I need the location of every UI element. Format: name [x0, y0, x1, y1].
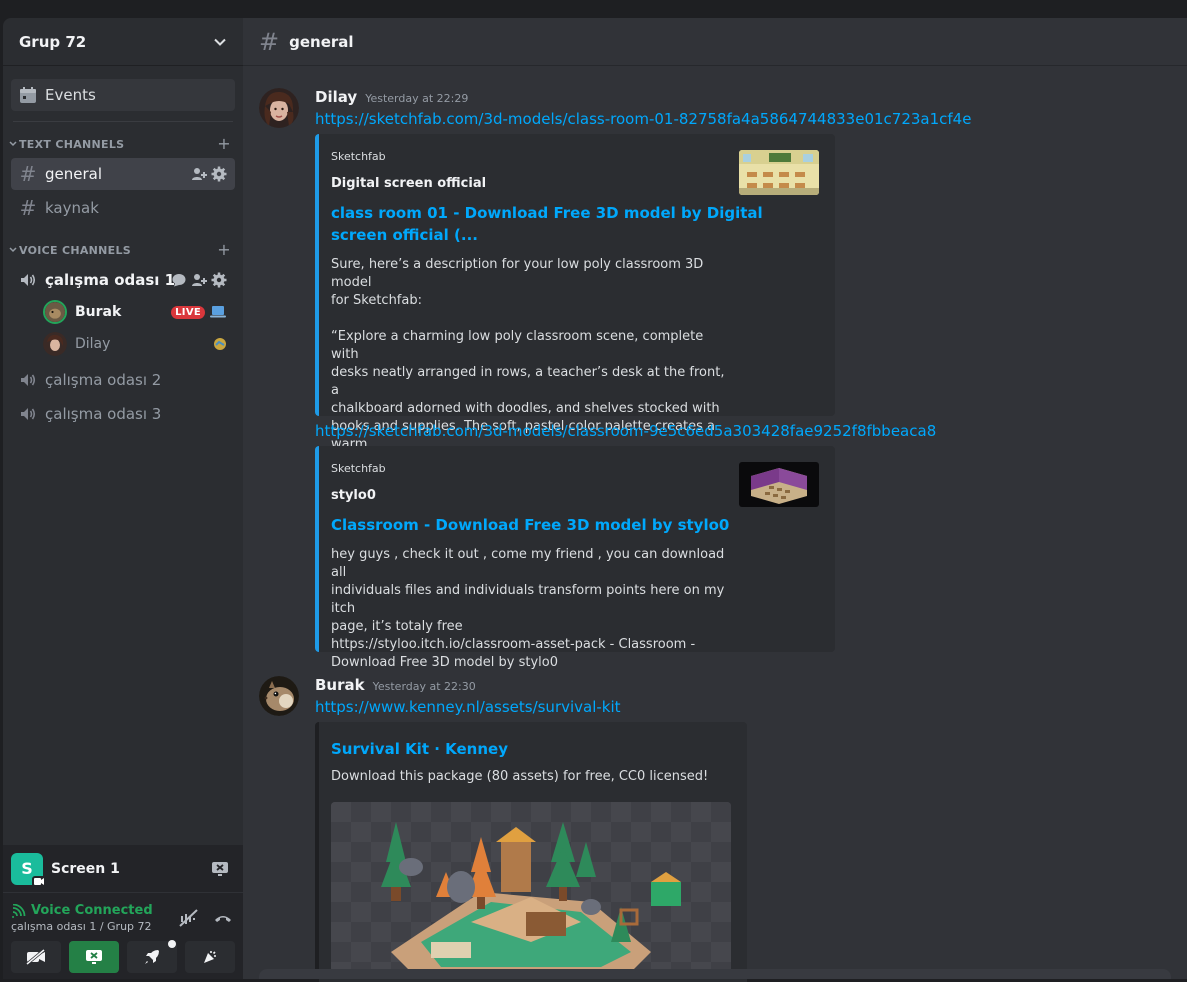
embed-title[interactable]: Classroom - Download Free 3D model by st…: [331, 514, 729, 536]
channel-header: # general: [243, 18, 1187, 66]
camera-icon: [32, 875, 46, 888]
guild-name: Grup 72: [19, 32, 87, 51]
embed-author[interactable]: Digital screen official: [331, 176, 486, 191]
voice-user-dilay[interactable]: Dilay: [39, 328, 235, 360]
activity-icon: [214, 338, 226, 350]
avatar: [43, 332, 67, 356]
voice-channel-name: çalışma odası 3: [45, 405, 162, 423]
speaker-icon: [21, 408, 36, 420]
add-channel-icon[interactable]: +: [217, 136, 231, 152]
noise-suppression-icon[interactable]: [179, 909, 199, 927]
gear-icon[interactable]: [211, 272, 227, 288]
message-link[interactable]: https://www.kenney.nl/assets/survival-ki…: [315, 698, 621, 716]
channel-title: general: [289, 32, 354, 51]
author-name[interactable]: Dilay: [315, 88, 357, 106]
voice-user-burak[interactable]: Burak LIVE: [39, 296, 235, 328]
message-link[interactable]: https://sketchfab.com/3d-models/class-ro…: [315, 110, 971, 128]
voice-channel-2[interactable]: çalışma odası 2: [11, 364, 235, 396]
voice-channel-1[interactable]: çalışma odası 1: [11, 264, 235, 296]
embed-thumbnail[interactable]: [739, 150, 819, 195]
embed-title[interactable]: class room 01 - Download Free 3D model b…: [331, 202, 763, 246]
screen-share-icon: [86, 950, 102, 964]
chat-area: # general Dilay Yesterday at 22:29 https…: [243, 18, 1187, 982]
invite-icon[interactable]: [191, 166, 207, 182]
window-top-strip: [0, 0, 1187, 18]
gear-icon[interactable]: [211, 166, 227, 182]
message-burak: Burak Yesterday at 22:30 https://www.ken…: [259, 676, 1179, 982]
stop-stream-icon[interactable]: [211, 860, 229, 878]
laptop-icon: [210, 306, 226, 318]
link-embed: Sketchfab stylo0 Classroom - Download Fr…: [315, 446, 835, 670]
voice-channel-name: çalışma odası 1: [45, 271, 176, 289]
chat-bubble-icon[interactable]: [171, 272, 187, 288]
channel-name: general: [45, 165, 103, 183]
screen-avatar: S: [11, 852, 46, 888]
avatar[interactable]: [259, 676, 299, 716]
timestamp: Yesterday at 22:30: [372, 680, 476, 693]
sidebar-divider: [13, 121, 233, 122]
message-dilay: Dilay Yesterday at 22:29 https://sketchf…: [259, 88, 1179, 670]
avatar: [43, 300, 67, 324]
voice-user-name: Burak: [75, 304, 122, 320]
screenshare-bar[interactable]: S Screen 1: [3, 845, 243, 893]
signal-icon: [12, 903, 26, 918]
hash-icon: #: [19, 162, 37, 186]
embed-thumbnail[interactable]: [739, 462, 819, 507]
chevron-down-icon: [214, 38, 226, 46]
timestamp: Yesterday at 22:29: [365, 92, 469, 105]
events-label: Events: [45, 86, 96, 104]
embed-description: Download this package (80 assets) for fr…: [331, 769, 709, 784]
hash-icon: #: [19, 196, 37, 220]
voice-channels-category[interactable]: VOICE CHANNELS +: [3, 242, 243, 258]
screenshare-button[interactable]: [69, 941, 119, 973]
rocket-icon: [145, 950, 159, 964]
channel-sidebar: Grup 72 Events TEXT CHANNELS + # general…: [3, 18, 243, 979]
calendar-icon: [20, 87, 36, 103]
text-channels-category[interactable]: TEXT CHANNELS +: [3, 136, 243, 152]
message-input-edge[interactable]: [259, 969, 1171, 979]
soundboard-button[interactable]: [185, 941, 235, 973]
activity-button[interactable]: [127, 940, 177, 973]
message-link[interactable]: https://sketchfab.com/3d-models/classroo…: [315, 422, 936, 440]
disconnect-icon[interactable]: [213, 909, 233, 927]
author-name[interactable]: Burak: [315, 676, 365, 694]
channel-kaynak[interactable]: # kaynak: [11, 192, 235, 224]
voice-location: çalışma odası 1 / Grup 72: [11, 920, 152, 933]
events-button[interactable]: Events: [11, 79, 235, 111]
embed-description: hey guys , check it out , come my friend…: [331, 547, 725, 670]
embed-title[interactable]: Survival Kit · Kenney: [331, 738, 508, 760]
camera-toggle-button[interactable]: [11, 941, 61, 973]
embed-image[interactable]: [331, 802, 731, 972]
hash-icon: #: [259, 27, 280, 56]
embed-provider[interactable]: Sketchfab: [331, 462, 386, 475]
channel-general[interactable]: # general: [11, 158, 235, 190]
voice-channel-3[interactable]: çalışma odası 3: [11, 398, 235, 430]
invite-icon[interactable]: [191, 272, 207, 288]
link-embed: Sketchfab Digital screen official class …: [315, 134, 835, 470]
speaker-icon: [21, 374, 36, 386]
channel-name: kaynak: [45, 199, 99, 217]
chevron-down-icon: [9, 247, 17, 253]
voice-channel-name: çalışma odası 2: [45, 371, 162, 389]
embed-provider[interactable]: Sketchfab: [331, 150, 386, 163]
speaker-icon: [21, 274, 36, 286]
screen-name: Screen 1: [51, 860, 120, 877]
voice-connection-panel: Voice Connected çalışma odası 1 / Grup 7…: [3, 893, 243, 979]
embed-author[interactable]: stylo0: [331, 488, 376, 503]
link-embed: Survival Kit · Kenney Download this pack…: [315, 722, 747, 982]
live-badge: LIVE: [171, 305, 205, 319]
add-channel-icon[interactable]: +: [217, 242, 231, 258]
notification-dot: [168, 940, 176, 948]
camera-off-icon: [26, 949, 45, 965]
voice-status[interactable]: Voice Connected çalışma odası 1 / Grup 7…: [11, 903, 153, 933]
guild-header[interactable]: Grup 72: [3, 18, 243, 66]
avatar[interactable]: [259, 88, 299, 128]
voice-user-name: Dilay: [75, 336, 111, 352]
soundboard-icon: [204, 951, 216, 963]
chevron-down-icon: [9, 141, 17, 147]
